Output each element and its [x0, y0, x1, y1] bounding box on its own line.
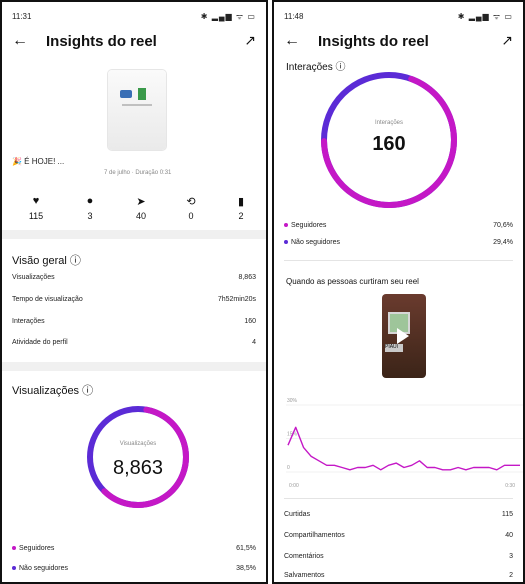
likes-line-chart: 30% 15% 0 0:00 0:30 [286, 398, 523, 489]
legend-value: 61,5% [236, 545, 256, 552]
legend-label: Não seguidores [19, 565, 69, 572]
phone-screen-left: 11:31 ✱ ▂▄▆ ᯤ ▭ ← Insights do reel ↗ 🎉 É… [0, 0, 268, 584]
legend-value: 38,5% [236, 565, 256, 572]
row-label: Compartilhamentos [284, 532, 345, 539]
interaction-row: Curtidas 115 [284, 511, 513, 518]
legend-label: Seguidores [19, 545, 55, 552]
interaction-row: Salvamentos 2 [284, 572, 513, 579]
likes-series-line [287, 426, 520, 471]
row-label: Comentários [284, 553, 324, 560]
legend-followers: Seguidores 61,5% [12, 545, 256, 552]
y-tick-label: 30% [287, 398, 298, 404]
legend-dot [12, 566, 16, 571]
row-value: 40 [505, 532, 513, 539]
views-donut-chart: Visualizações 8,863 [87, 406, 189, 508]
x-tick-label: 0:30 [505, 483, 515, 489]
phone-screen-right: 11:48 ✱ ▂▄▆ ᯤ ▭ ← Insights do reel ↗ Int… [272, 0, 525, 584]
x-tick-label: 0:00 [289, 483, 299, 489]
row-value: 115 [501, 511, 513, 518]
y-tick-label: 0 [287, 465, 290, 471]
ring-value: 8,863 [113, 457, 163, 479]
row-value: 3 [509, 553, 513, 560]
interaction-row: Compartilhamentos 40 [284, 532, 513, 539]
row-label: Curtidas [284, 511, 311, 518]
row-value: 2 [509, 572, 513, 579]
row-label: Salvamentos [284, 572, 325, 579]
legend-dot [12, 546, 16, 551]
interaction-row: Comentários 3 [284, 553, 513, 560]
ring-label: Visualizações [120, 441, 157, 447]
legend-non-followers: Não seguidores 38,5% [12, 565, 256, 572]
divider [284, 498, 513, 499]
